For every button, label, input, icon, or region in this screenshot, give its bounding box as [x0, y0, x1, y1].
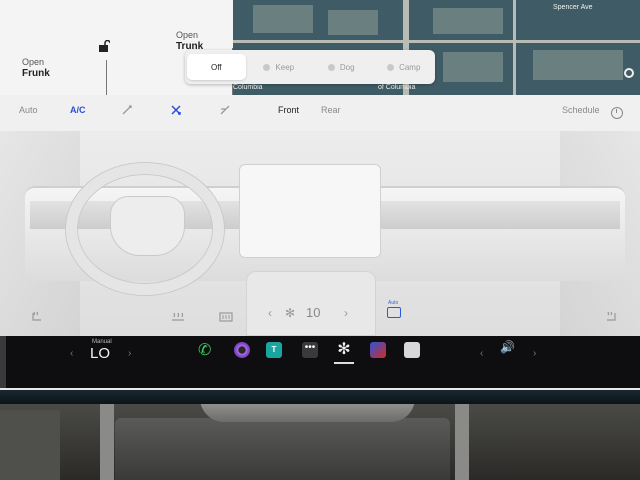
fan-speed-value: 10: [306, 305, 321, 320]
frunk-line2: Frunk: [22, 68, 50, 79]
mode-camp-label: Camp: [399, 62, 421, 72]
unlock-icon[interactable]: [98, 40, 110, 52]
schedule-button[interactable]: Schedule: [562, 105, 600, 115]
steering-heater-icon[interactable]: [171, 311, 185, 323]
navigation-icon[interactable]: [370, 342, 386, 358]
climate-controls-row: Auto A/C Front Rear Schedule: [0, 95, 640, 131]
center-console: [115, 418, 450, 480]
keep-fan-icon: [263, 63, 271, 71]
screen-bezel: [0, 388, 640, 404]
card-icon[interactable]: [404, 342, 420, 358]
map-road: [513, 0, 516, 95]
steering-wheel-hub: [110, 196, 185, 256]
airflow-feet-icon[interactable]: [169, 103, 183, 117]
climate-keeper-selector: Off Keep Dog Camp: [185, 50, 435, 84]
mode-off-label: Off: [210, 62, 222, 72]
phone-icon[interactable]: ✆: [198, 340, 214, 359]
center-screen-render: [239, 164, 381, 258]
ac-button[interactable]: A/C: [70, 105, 86, 115]
map-block: [533, 50, 623, 80]
map-block: [328, 10, 378, 35]
map-road: [233, 40, 640, 43]
volume-down-chevron-icon[interactable]: ‹: [480, 348, 483, 359]
airflow-windshield-icon[interactable]: [218, 103, 232, 117]
temp-decrease-chevron-icon[interactable]: ‹: [70, 348, 73, 359]
trunk-line1: Open: [176, 30, 199, 40]
tesla-app-icon[interactable]: T: [266, 342, 282, 358]
more-apps-icon[interactable]: •••: [302, 342, 318, 358]
open-trunk-button[interactable]: Open Trunk: [176, 30, 203, 52]
airflow-face-icon[interactable]: [120, 103, 134, 117]
active-app-indicator: [334, 362, 354, 364]
climate-fan-icon[interactable]: ✻: [336, 342, 352, 358]
mode-dog[interactable]: Dog: [312, 54, 371, 80]
tent-icon: [387, 63, 395, 71]
frunk-line1: Open: [22, 57, 45, 67]
driver-knee-area: [0, 410, 60, 480]
tab-front[interactable]: Front: [278, 105, 299, 115]
map-label: Spencer Ave: [553, 4, 593, 11]
map-block: [253, 5, 313, 33]
location-pin-icon[interactable]: [624, 68, 634, 78]
mode-camp[interactable]: Camp: [375, 54, 434, 80]
mode-keep-label: Keep: [275, 62, 295, 72]
fan-increase-chevron-icon[interactable]: ›: [344, 306, 348, 320]
auto-button[interactable]: Auto: [19, 105, 38, 115]
center-console-render: [246, 271, 376, 336]
dock-left-edge: [0, 336, 6, 388]
volume-icon[interactable]: 🔊: [500, 340, 515, 354]
rear-defrost-icon[interactable]: [219, 311, 233, 323]
cabin-render: ‹ ✻ 10 › Auto: [0, 131, 640, 336]
mode-dog-label: Dog: [339, 62, 355, 72]
temp-increase-chevron-icon[interactable]: ›: [128, 348, 131, 359]
map-label: of Columbia: [378, 84, 416, 91]
open-frunk-button[interactable]: Open Frunk: [22, 57, 50, 79]
map-block: [433, 8, 503, 34]
tab-rear[interactable]: Rear: [321, 105, 341, 115]
mode-off[interactable]: Off: [187, 54, 246, 80]
temperature-value[interactable]: LO: [90, 345, 110, 362]
map-label: Columbia: [233, 84, 263, 91]
dog-icon: [327, 63, 335, 71]
clock-icon[interactable]: [611, 107, 623, 119]
map-block: [443, 52, 503, 82]
fan-icon: ✻: [285, 306, 296, 320]
fan-speed-control[interactable]: ‹ ✻ 10 ›: [268, 305, 348, 320]
seat-heater-right-icon[interactable]: [604, 311, 618, 323]
mode-keep[interactable]: Keep: [250, 54, 309, 80]
bottom-dock: ‹ Manual LO › ✆ T ••• ✻ ‹ 🔊 ›: [0, 336, 640, 388]
front-defrost-icon[interactable]: [387, 307, 401, 318]
photo-stage: Open Frunk Open Trunk Spencer Ave Columb…: [0, 0, 640, 480]
seat-heater-left-icon[interactable]: [30, 311, 44, 323]
volume-up-chevron-icon[interactable]: ›: [533, 348, 536, 359]
mount-bar-left: [100, 404, 114, 480]
fan-decrease-chevron-icon[interactable]: ‹: [268, 306, 272, 320]
touchscreen: Open Frunk Open Trunk Spencer Ave Columb…: [0, 0, 640, 390]
camera-icon[interactable]: [234, 342, 250, 358]
mount-bar-right: [455, 404, 469, 480]
frunk-pointer-line: [106, 60, 107, 95]
front-defrost-auto-label: Auto: [388, 300, 399, 306]
